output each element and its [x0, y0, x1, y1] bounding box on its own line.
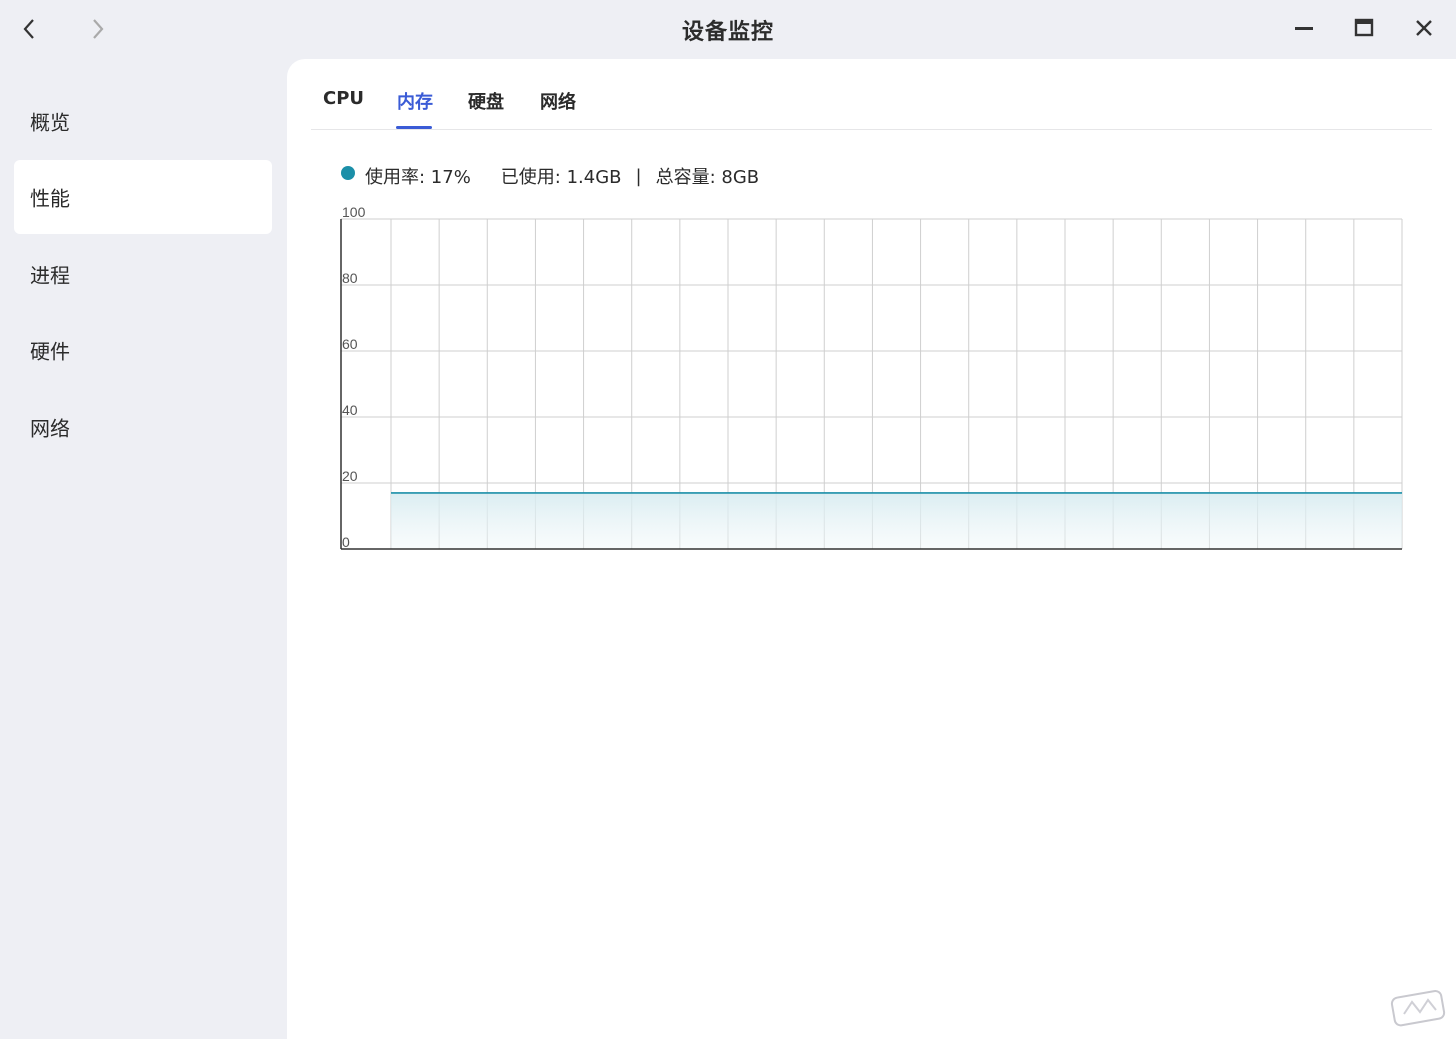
tab-cpu[interactable]: CPU: [323, 88, 364, 109]
main-panel: CPU 内存 硬盘 网络 使用率: 17% 已使用: 1.4GB | 总容量: …: [287, 59, 1456, 1039]
minimize-icon: [1295, 27, 1313, 30]
minimize-button[interactable]: [1287, 12, 1321, 44]
legend-dot: [341, 166, 355, 180]
usage-rate: 使用率: 17%: [365, 167, 471, 188]
chart-svg: 100 80 60 40 20 0: [340, 204, 1403, 550]
close-icon: [1416, 20, 1432, 36]
y-tick-label: 0: [342, 534, 350, 550]
sidebar-item-label: 网络: [30, 416, 70, 441]
total-memory: 总容量: 8GB: [655, 167, 760, 188]
chevron-left-icon: [23, 19, 34, 39]
sidebar: 概览 性能 进程 硬件 网络: [0, 58, 287, 1039]
y-tick-label: 80: [342, 270, 358, 286]
forward-button[interactable]: [83, 14, 113, 44]
sidebar-item-performance[interactable]: 性能: [14, 160, 272, 234]
sidebar-item-label: 性能: [30, 186, 70, 211]
tab-memory[interactable]: 内存: [397, 88, 433, 114]
maximize-button[interactable]: [1347, 12, 1381, 44]
y-tick-label: 40: [342, 402, 358, 418]
title-bar: 设备监控: [0, 0, 1456, 58]
back-button[interactable]: [14, 14, 44, 44]
sidebar-item-overview[interactable]: 概览: [14, 84, 272, 158]
used-memory: 已使用: 1.4GB: [500, 167, 622, 188]
sidebar-item-label: 进程: [30, 263, 70, 288]
tab-disk[interactable]: 硬盘: [468, 88, 504, 114]
series-area: [391, 492, 1402, 549]
memory-usage-chart: 100 80 60 40 20 0: [337, 204, 1407, 554]
chevron-right-icon: [93, 19, 104, 39]
window-title: 设备监控: [681, 20, 774, 45]
y-tick-label: 60: [342, 336, 358, 352]
y-tick-label: 100: [342, 204, 366, 220]
sidebar-item-processes[interactable]: 进程: [14, 237, 272, 311]
sidebar-item-network[interactable]: 网络: [14, 390, 272, 464]
active-tab-indicator: [396, 126, 432, 129]
close-button[interactable]: [1407, 12, 1441, 44]
sidebar-item-label: 硬件: [30, 339, 70, 364]
tab-network[interactable]: 网络: [540, 88, 576, 114]
tab-bar: CPU 内存 硬盘 网络: [311, 59, 1432, 130]
maximize-icon: [1354, 18, 1374, 37]
memory-legend: 使用率: 17% 已使用: 1.4GB | 总容量: 8GB: [341, 162, 759, 190]
sidebar-item-hardware[interactable]: 硬件: [14, 313, 272, 387]
watermark-logo-icon: [1390, 989, 1446, 1027]
sidebar-item-label: 概览: [30, 110, 70, 135]
legend-separator: |: [635, 165, 642, 187]
y-tick-label: 20: [342, 468, 358, 484]
